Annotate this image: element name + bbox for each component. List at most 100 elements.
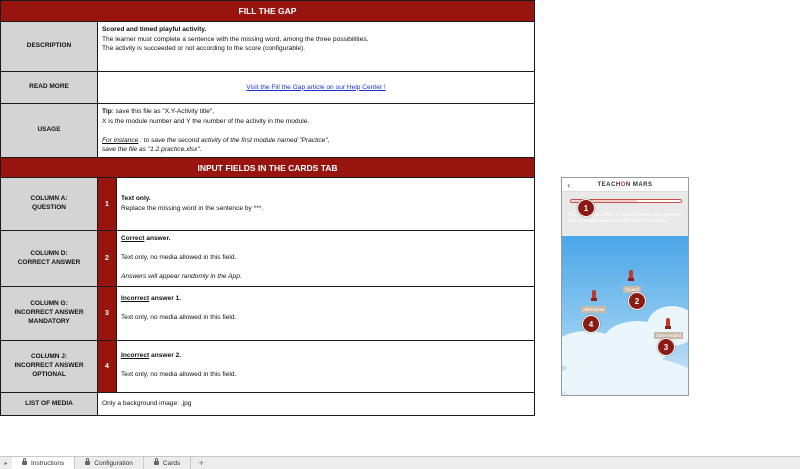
column-line: Answers will appear randomly in the App. <box>121 273 242 281</box>
column-number: 1 <box>98 178 117 230</box>
column-label-line: COLUMN D: <box>30 249 68 257</box>
rocket-icon[interactable] <box>591 290 597 301</box>
column-label-line: COLUMN J: <box>30 353 68 361</box>
logo-left: TEACH <box>597 181 621 188</box>
media-label: LIST OF MEDIA <box>1 393 98 415</box>
spacer-line <box>121 304 530 314</box>
spacer-line <box>121 263 530 273</box>
media-text: Only a background image: .jpg <box>102 400 192 408</box>
column-cell[interactable]: Incorrect answer 1. Text only, no media … <box>117 287 534 340</box>
usage-label: USAGE <box>1 104 98 157</box>
column-line: Replace the missing word in the sentence… <box>121 205 264 212</box>
column-number: 4 <box>98 341 117 392</box>
logo-right: N MARS <box>625 181 653 188</box>
column-label-line: OPTIONAL <box>32 370 66 378</box>
description-row: DESCRIPTION Scored and timed playful act… <box>0 22 535 72</box>
column-line: Text only, no media allowed in this fiel… <box>121 314 237 322</box>
column-line: Text only, no media allowed in this fiel… <box>121 254 237 262</box>
callout-badge: 3 <box>657 338 675 356</box>
column-label-line: MANDATORY <box>28 317 70 325</box>
tab-configuration[interactable]: Configuration <box>75 456 144 469</box>
column-title-bold: Correct <box>121 235 145 242</box>
description-line: Scored and timed playful activity. <box>102 26 207 33</box>
column-title: Correct answer. <box>121 234 530 244</box>
cloud-shape <box>562 356 688 395</box>
tab-label: Cards <box>162 459 181 467</box>
tab-label: Configuration <box>94 459 133 467</box>
column-row: COLUMN G: INCORRECT ANSWER MANDATORY 3 I… <box>0 287 535 341</box>
column-cell[interactable]: Incorrect answer 2. Text only, no media … <box>117 341 534 392</box>
read-more-label: READ MORE <box>1 72 98 103</box>
app-logo: TEACHON MARS <box>576 182 674 188</box>
example-label: For instance <box>102 136 139 144</box>
media-cell[interactable]: Only a background image: .jpg <box>98 393 534 415</box>
plus-icon[interactable]: + <box>191 458 211 468</box>
rocket-icon[interactable] <box>665 318 671 329</box>
column-row: COLUMN D: CORRECT ANSWER 2 Correct answe… <box>0 231 535 287</box>
callout-badge: 1 <box>577 199 595 217</box>
spacer-line <box>121 244 530 254</box>
fill-the-gap-header: FILL THE GAP <box>0 1 535 22</box>
column-label: COLUMN D: CORRECT ANSWER <box>1 231 98 286</box>
column-title: Incorrect answer 2. <box>121 351 530 361</box>
chevron-left-icon[interactable]: ‹ <box>562 180 576 190</box>
tab-cards[interactable]: Cards <box>144 456 192 469</box>
column-title-bold: Incorrect <box>121 295 150 302</box>
help-center-link[interactable]: Visit the Fill the Gap article on our He… <box>246 83 386 93</box>
column-title-bold: Incorrect <box>121 352 150 359</box>
column-label-line: QUESTION <box>32 204 66 211</box>
spacer-line <box>102 126 530 136</box>
sky-background: Closed Alternative Open-ended 2 3 4 <box>562 236 688 395</box>
column-row: COLUMN J: INCORRECT ANSWER OPTIONAL 4 In… <box>0 341 535 393</box>
callout-badge: 4 <box>582 315 600 333</box>
read-more-cell[interactable]: Visit the Fill the Gap article on our He… <box>98 72 534 103</box>
column-row: COLUMN A: QUESTION 1 Text only. Replace … <box>0 178 535 231</box>
tip-label: Tip <box>102 108 112 115</box>
column-title: Text only. <box>121 195 151 203</box>
column-label: COLUMN A: QUESTION <box>1 178 98 230</box>
description-line: The learner must complete a sentence wit… <box>102 35 369 43</box>
app-topbar: ‹ TEACHON MARS <box>562 178 688 192</box>
sheet-tab-bar: ▸ Instructions Configuration Cards + <box>0 456 800 469</box>
usage-line: X is the module number and Y the number … <box>102 117 310 125</box>
callout-badge: 2 <box>628 292 646 310</box>
description-label: DESCRIPTION <box>1 22 98 71</box>
column-cell[interactable]: Text only. Replace the missing word in t… <box>117 178 534 230</box>
tab-label: Instructions <box>31 459 65 467</box>
column-label-line: COLUMN G: <box>30 300 68 308</box>
tip-text: : save this file as "X.Y-Activity title"… <box>111 108 215 115</box>
app-preview: ‹ TEACHON MARS Closed Alternative Open-e… <box>561 177 689 396</box>
example-text: : to save the second activity of the fir… <box>138 136 330 144</box>
column-label: COLUMN J: INCORRECT ANSWER OPTIONAL <box>1 341 98 392</box>
column-label: COLUMN G: INCORRECT ANSWER MANDATORY <box>1 287 98 340</box>
column-label-line: CORRECT ANSWER <box>17 258 81 266</box>
column-label-line: INCORRECT ANSWER <box>14 309 84 317</box>
media-row: LIST OF MEDIA Only a background image: .… <box>0 393 535 416</box>
lock-icon <box>22 458 27 465</box>
scroll-left-icon[interactable]: ▸ <box>0 460 12 467</box>
usage-row: USAGE Tip: save this file as "X.Y-Activi… <box>0 104 535 158</box>
column-number: 3 <box>98 287 117 340</box>
rocket-icon[interactable] <box>628 270 634 281</box>
column-title-rest: answer 2. <box>149 352 182 359</box>
column-label-line: COLUMN A: <box>30 195 68 203</box>
usage-line: save the file as "1.2.practice.xlsx". <box>102 146 202 154</box>
read-more-row: READ MORE Visit the Fill the Gap article… <box>0 72 535 104</box>
usage-tip-line: Tip: save this file as "X.Y-Activity tit… <box>102 107 530 117</box>
usage-cell[interactable]: Tip: save this file as "X.Y-Activity tit… <box>98 104 534 157</box>
column-label-line: INCORRECT ANSWER <box>14 362 84 370</box>
instructions-sheet: FILL THE GAP DESCRIPTION Scored and time… <box>0 0 535 416</box>
description-cell[interactable]: Scored and timed playful activity. The l… <box>98 22 534 71</box>
spacer-line <box>121 361 530 371</box>
column-title-rest: answer. <box>144 235 171 242</box>
tab-instructions[interactable]: Instructions <box>12 456 76 469</box>
column-title-rest: answer 1. <box>149 295 182 302</box>
lock-icon <box>85 458 91 465</box>
column-line: Text only, no media allowed in this fiel… <box>121 371 237 379</box>
lock-icon <box>153 458 159 465</box>
column-title: Incorrect answer 1. <box>121 294 530 304</box>
column-number: 2 <box>98 231 117 286</box>
description-line: The activity is succeeded or not accordi… <box>102 45 306 53</box>
answer-tag[interactable]: Alternative <box>581 306 607 313</box>
column-cell[interactable]: Correct answer. Text only, no media allo… <box>117 231 534 286</box>
